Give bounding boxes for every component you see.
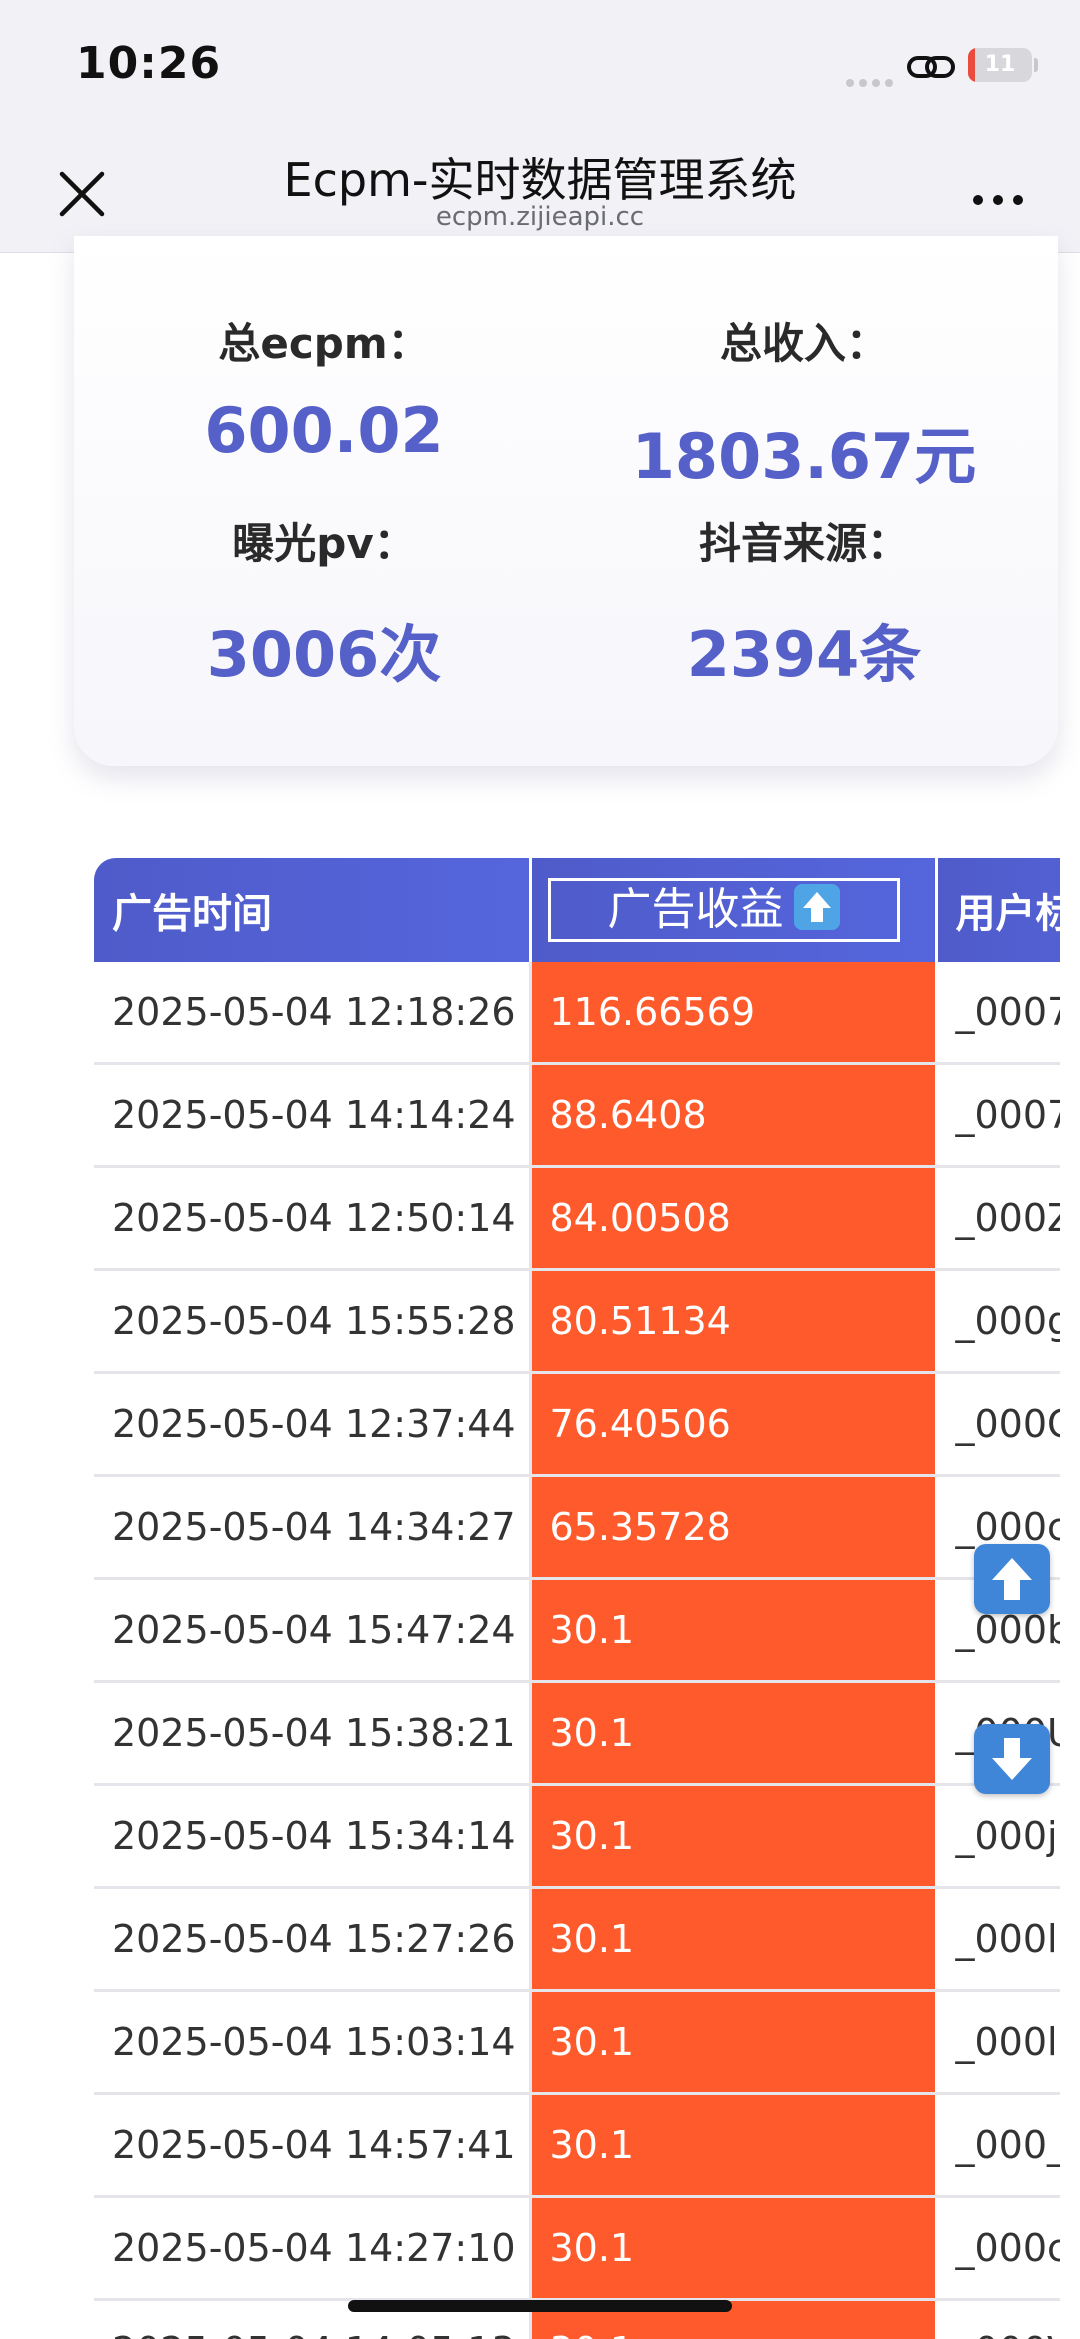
battery-percent: 11	[984, 52, 1016, 77]
table-row[interactable]: 2025-05-04 15:47:24 30.1 _000b	[94, 1578, 1060, 1683]
summary-card: 总ecpm： 600.02 总收入： 1803.67元 曝光pv： 3006次 …	[74, 236, 1058, 766]
ad-table[interactable]: 广告时间 广告收益 用户标 2025-05-04 12:18:26 116.665…	[94, 858, 1060, 2339]
cell-time: 2025-05-04 15:27:26	[94, 1887, 532, 1992]
table-row[interactable]: 2025-05-04 12:37:4476.40506_000C	[94, 1372, 1060, 1477]
pv-label: 曝光pv：	[232, 519, 416, 568]
cell-user: _000l	[936, 1887, 1060, 1992]
table-row[interactable]: 2025-05-04 15:03:14 30.1 _000l	[94, 1990, 1060, 2095]
cell-user: _000C	[936, 1372, 1060, 1477]
scroll-top-button[interactable]	[974, 1544, 1050, 1614]
cell-revenue: 65.35728	[530, 1475, 938, 1580]
douyin-value: 2394条	[686, 618, 922, 691]
table-row[interactable]: 2025-05-04 14:14:24 88.6408 _0007	[94, 1063, 1060, 1168]
cell-user: _000_	[936, 2093, 1060, 2198]
cell-revenue: 76.40506	[530, 1372, 938, 1477]
cell-user: _000j	[936, 1784, 1060, 1889]
table-row[interactable]: 2025-05-04 14:27:10 30.1 _000c	[94, 2196, 1060, 2301]
cell-revenue: 88.6408	[530, 1063, 938, 1168]
table-row[interactable]: 2025-05-04 12:50:1484.00508_000Z	[94, 1166, 1060, 1271]
cell-user: _0007	[936, 1063, 1060, 1168]
cell-revenue: 116.66569	[530, 962, 938, 1065]
arrow-up-icon	[992, 1558, 1032, 1600]
table-row[interactable]: 2025-05-04 15:38:2130.1_000U	[94, 1681, 1060, 1786]
cell-revenue: 30.1	[530, 2196, 938, 2301]
cell-user: _000V	[936, 2299, 1060, 2339]
total-income-label: 总收入：	[719, 319, 888, 368]
cell-revenue: 80.51134	[530, 1269, 938, 1374]
cell-time: 2025-05-04 14:14:24	[94, 1063, 532, 1168]
table-row[interactable]: 2025-05-04 14:57:41 30.1 _000_	[94, 2093, 1060, 2198]
cell-time: 2025-05-04 15:03:14	[94, 1990, 532, 2095]
column-header-user[interactable]: 用户标	[936, 858, 1060, 962]
cell-time: 2025-05-04 14:57:41	[94, 2093, 532, 2198]
signal-icon	[846, 72, 900, 87]
more-icon[interactable]	[968, 180, 1028, 220]
cell-revenue: 30.1	[530, 1887, 938, 1992]
cell-revenue: 30.1	[530, 1990, 938, 2095]
cell-time: 2025-05-04 12:18:26	[94, 962, 532, 1065]
column-header-revenue[interactable]: 广告收益	[530, 858, 938, 962]
battery-tip	[1034, 58, 1038, 72]
arrow-up-icon	[793, 884, 840, 930]
cell-time: 2025-05-04 12:37:44	[94, 1372, 532, 1477]
home-indicator[interactable]	[348, 2300, 732, 2312]
page-title: Ecpm-实时数据管理系统	[283, 153, 797, 207]
revenue-sort-button[interactable]: 广告收益	[547, 878, 900, 942]
cell-user: _000c	[936, 2196, 1060, 2301]
total-ecpm-value: 600.02	[204, 394, 444, 467]
cell-time: 2025-05-04 14:27:10	[94, 2196, 532, 2301]
table-row[interactable]: 2025-05-04 12:18:26 116.66569 _0007	[94, 962, 1060, 1065]
status-time: 10:26	[76, 38, 222, 89]
table-row[interactable]: 2025-05-04 14:34:27 65.35728 _000c	[94, 1475, 1060, 1580]
page-url: ecpm.zijieapi.cc	[435, 202, 645, 232]
cell-time: 2025-05-04 15:34:14	[94, 1784, 532, 1889]
link-icon	[907, 56, 955, 78]
scroll-bottom-button[interactable]	[974, 1724, 1050, 1794]
cell-revenue: 30.1	[530, 1681, 938, 1786]
cell-revenue: 84.00508	[530, 1166, 938, 1271]
cell-time: 2025-05-04 15:47:24	[94, 1578, 532, 1683]
battery-icon: 11	[968, 48, 1032, 82]
column-header-time[interactable]: 广告时间	[94, 858, 532, 962]
table-row[interactable]: 2025-05-04 15:27:26 30.1 _000l	[94, 1887, 1060, 1992]
cell-user: _000Z	[936, 1166, 1060, 1271]
cell-revenue: 30.1	[530, 1784, 938, 1889]
arrow-down-icon	[992, 1738, 1032, 1780]
cell-revenue: 30.1	[530, 1578, 938, 1683]
cell-time: 2025-05-04 14:34:27	[94, 1475, 532, 1580]
cell-time: 2025-05-04 15:38:21	[94, 1681, 532, 1786]
close-icon[interactable]	[52, 164, 112, 224]
cell-time: 2025-05-04 12:50:14	[94, 1166, 532, 1271]
revenue-sort-label: 广告收益	[607, 884, 784, 935]
table-row[interactable]: 2025-05-04 15:55:28 80.51134 _000g	[94, 1269, 1060, 1374]
table-header: 广告时间 广告收益 用户标	[94, 858, 1060, 962]
table-row[interactable]: 2025-05-04 15:34:14 30.1 _000j	[94, 1784, 1060, 1889]
cell-user: _000g	[936, 1269, 1060, 1374]
pv-value: 3006次	[206, 618, 442, 691]
cell-time: 2025-05-04 15:55:28	[94, 1269, 532, 1374]
douyin-label: 抖音来源：	[698, 519, 909, 568]
cell-revenue: 30.1	[530, 2093, 938, 2198]
status-bar: 10:26 11	[0, 0, 1080, 140]
cell-user: _000l	[936, 1990, 1060, 2095]
cell-user: _0007	[936, 962, 1060, 1065]
total-income-value: 1803.67元	[631, 420, 977, 493]
total-ecpm-label: 总ecpm：	[218, 319, 430, 368]
